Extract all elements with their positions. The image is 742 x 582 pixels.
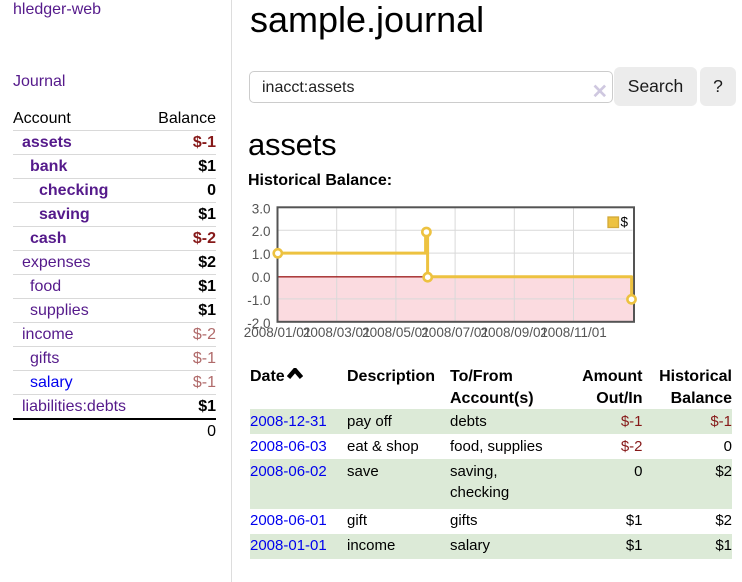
svg-text:3.0: 3.0	[252, 201, 271, 216]
svg-text:1.0: 1.0	[252, 247, 271, 262]
svg-text:-1.0: -1.0	[247, 293, 270, 308]
svg-text:2008/03/01: 2008/03/01	[303, 325, 371, 340]
svg-text:$: $	[621, 215, 629, 230]
svg-text:2008/09/01: 2008/09/01	[481, 325, 549, 340]
svg-text:2008/05/01: 2008/05/01	[362, 325, 430, 340]
svg-text:2008/11/01: 2008/11/01	[540, 325, 607, 340]
svg-text:0.0: 0.0	[252, 270, 271, 285]
svg-text:2008/01/01: 2008/01/01	[244, 325, 312, 340]
svg-text:2008/07/01: 2008/07/01	[421, 325, 489, 340]
svg-text:2.0: 2.0	[252, 224, 271, 239]
